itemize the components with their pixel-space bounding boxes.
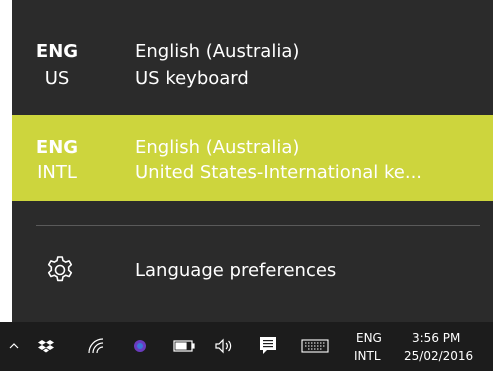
- keyboard-code: US: [44, 68, 70, 89]
- keyboard-code: INTL: [37, 162, 77, 183]
- language-name: English (Australia): [135, 137, 300, 158]
- language-preferences-label: Language preferences: [135, 260, 337, 281]
- divider: [36, 225, 480, 226]
- touch-keyboard-icon[interactable]: [300, 334, 330, 358]
- clock-time[interactable]: 3:56 PM: [412, 331, 460, 345]
- language-item-eng-intl[interactable]: ENG INTL English (Australia) United Stat…: [12, 115, 493, 201]
- language-code: ENG: [35, 41, 79, 62]
- action-center-icon[interactable]: [256, 334, 280, 358]
- clock-date[interactable]: 25/02/2016: [404, 349, 473, 363]
- wifi-icon[interactable]: [84, 334, 108, 358]
- input-indicator-language[interactable]: ENG: [356, 331, 382, 345]
- dropbox-icon[interactable]: [34, 334, 58, 358]
- app-tray-icon[interactable]: [128, 334, 152, 358]
- input-indicator-keyboard[interactable]: INTL: [354, 349, 381, 363]
- taskbar: ENG INTL 3:56 PM 25/02/2016: [0, 322, 493, 371]
- language-code: ENG: [35, 137, 79, 158]
- keyboard-name: United States-International ke...: [135, 162, 423, 183]
- input-language-flyout: ENG US English (Australia) US keyboard E…: [12, 0, 493, 322]
- keyboard-name: US keyboard: [135, 68, 249, 89]
- gear-icon: [47, 256, 73, 282]
- language-name: English (Australia): [135, 41, 300, 62]
- language-preferences-link[interactable]: Language preferences: [12, 240, 493, 304]
- chevron-up-icon[interactable]: [2, 334, 26, 358]
- volume-icon[interactable]: [212, 334, 236, 358]
- language-item-eng-us[interactable]: ENG US English (Australia) US keyboard: [12, 27, 493, 107]
- battery-icon[interactable]: [172, 334, 196, 358]
